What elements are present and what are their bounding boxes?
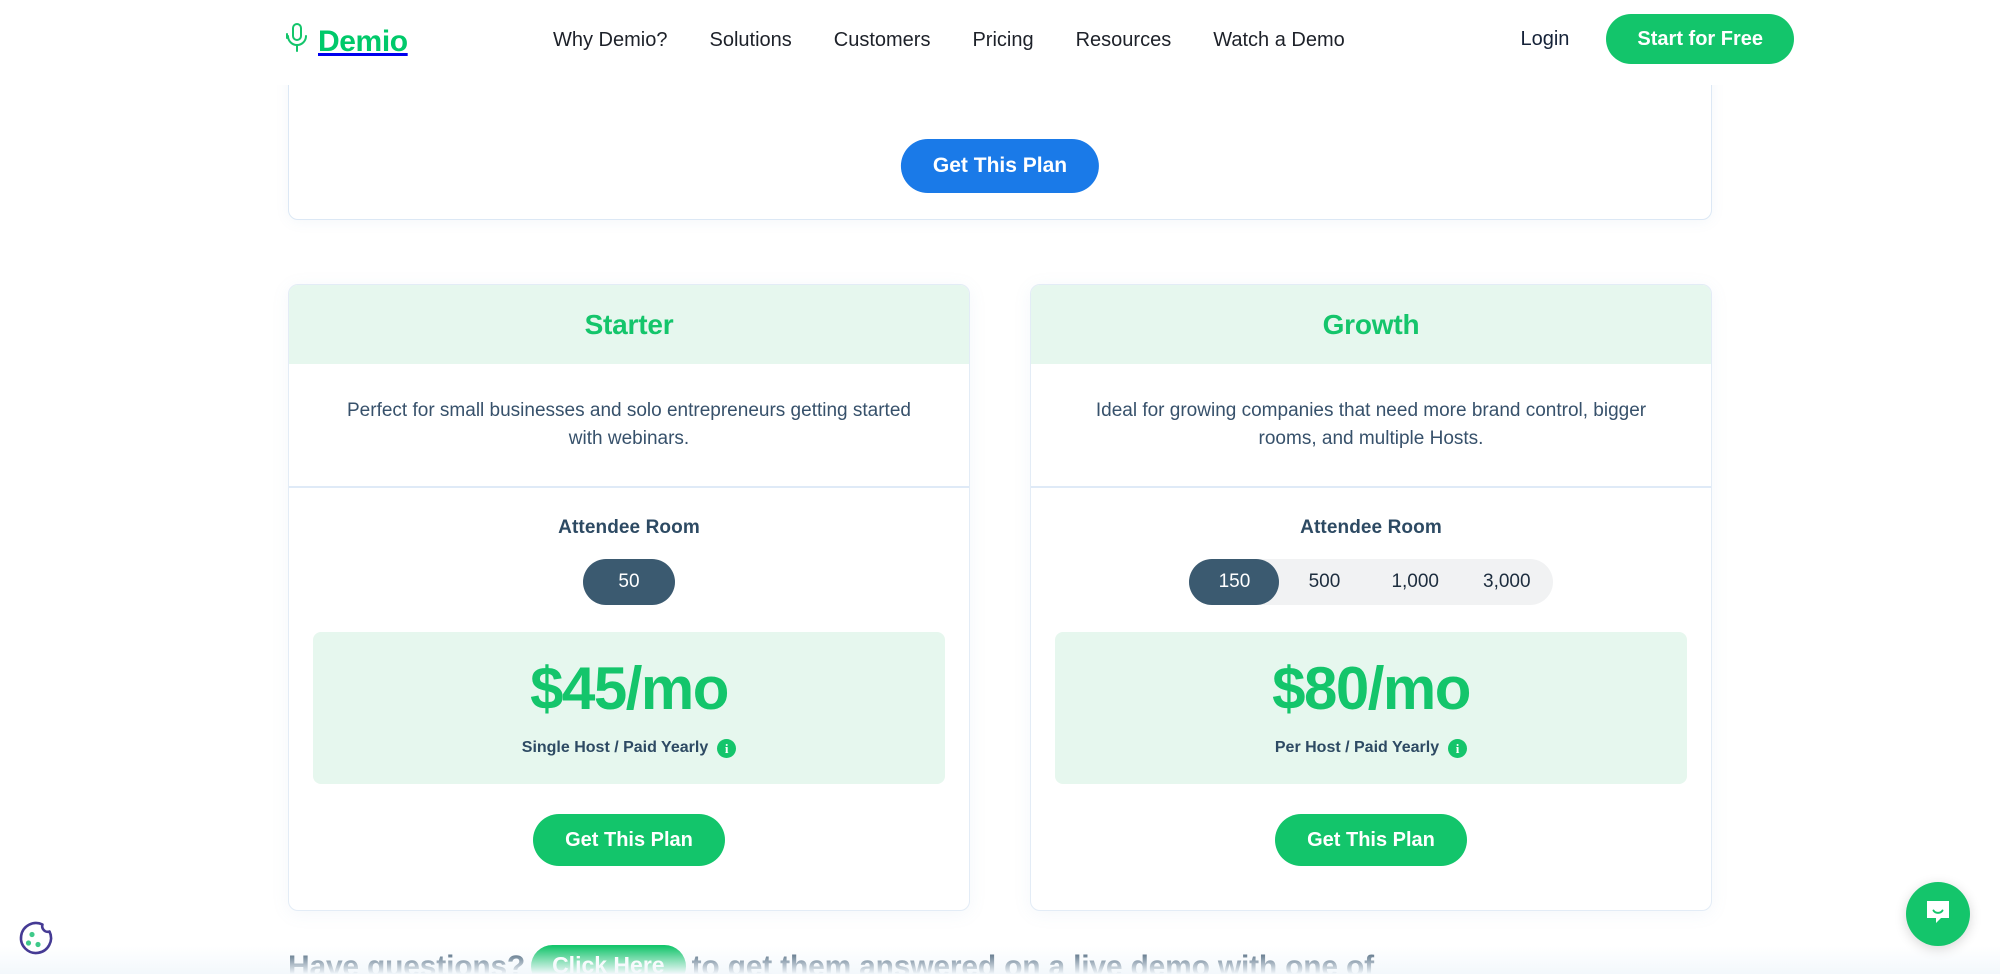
nav-item-watch-a-demo[interactable]: Watch a Demo: [1213, 28, 1345, 52]
attendee-room-label-starter: Attendee Room: [558, 517, 700, 538]
get-this-plan-button-starter[interactable]: Get This Plan: [533, 814, 725, 866]
price-note-growth: Per Host / Paid Yearly: [1274, 739, 1440, 756]
price-amount-growth: $80/mo: [1272, 654, 1471, 722]
login-link[interactable]: Login: [1520, 28, 1569, 51]
price-box-starter: $45/mo Single Host / Paid Yearly i: [313, 632, 945, 784]
nav-item-pricing[interactable]: Pricing: [972, 28, 1033, 52]
plan-cta-wrap-growth: Get This Plan: [1031, 784, 1711, 910]
nav-item-customers[interactable]: Customers: [834, 28, 931, 52]
nav-item-why-demio[interactable]: Why Demio?: [553, 28, 667, 52]
plan-title-starter: Starter: [584, 308, 674, 340]
nav-item-resources[interactable]: Resources: [1076, 28, 1172, 52]
site-header: Demio Why Demio? Solutions Customers Pri…: [0, 0, 2000, 85]
plan-description-starter: Perfect for small businesses and solo en…: [347, 400, 911, 449]
plan-header-starter: Starter: [289, 285, 969, 364]
plan-header-growth: Growth: [1031, 285, 1711, 364]
attendee-room-section-growth: Attendee Room 150 500 1,000 3,000: [1031, 488, 1711, 605]
plan-description-wrap-growth: Ideal for growing companies that need mo…: [1031, 364, 1711, 488]
price-note-wrap-starter: Single Host / Paid Yearly i: [521, 738, 737, 758]
room-option-500[interactable]: 500: [1279, 559, 1369, 605]
attendee-room-selector-starter[interactable]: 50: [583, 559, 675, 605]
cookie-settings-button[interactable]: [12, 916, 58, 962]
microphone-icon: [284, 22, 310, 61]
info-icon-growth[interactable]: i: [1448, 738, 1468, 758]
price-note-wrap-growth: Per Host / Paid Yearly i: [1274, 738, 1468, 758]
demio-logo[interactable]: Demio: [284, 22, 408, 61]
page-body: Get This Plan Starter Perfect for small …: [0, 25, 2000, 974]
start-for-free-button[interactable]: Start for Free: [1606, 14, 1794, 64]
chat-bubble-icon: [1922, 896, 1954, 933]
room-option-3000[interactable]: 3,000: [1461, 559, 1553, 605]
plan-card-starter: Starter Perfect for small businesses and…: [288, 284, 970, 911]
logo-text: Demio: [318, 24, 408, 58]
attendee-room-label-growth: Attendee Room: [1300, 517, 1442, 538]
attendee-room-selector-growth[interactable]: 150 500 1,000 3,000: [1189, 559, 1553, 605]
bottom-fade-overlay: [0, 946, 2000, 974]
plan-card-growth: Growth Ideal for growing companies that …: [1030, 284, 1712, 911]
plan-description-wrap-starter: Perfect for small businesses and solo en…: [289, 364, 969, 488]
room-option-50[interactable]: 50: [583, 559, 675, 605]
nav-item-solutions[interactable]: Solutions: [709, 28, 791, 52]
get-this-plan-button-top[interactable]: Get This Plan: [900, 139, 1100, 193]
price-note-starter: Single Host / Paid Yearly: [521, 739, 709, 756]
room-option-150[interactable]: 150: [1189, 559, 1280, 605]
plan-description-growth: Ideal for growing companies that need mo…: [1095, 400, 1647, 449]
plan-cta-wrap-starter: Get This Plan: [289, 784, 969, 910]
header-actions: Login Start for Free: [1520, 14, 1794, 64]
get-this-plan-button-growth[interactable]: Get This Plan: [1275, 814, 1467, 866]
info-icon-starter[interactable]: i: [717, 738, 737, 758]
cookie-icon: [12, 921, 58, 966]
room-option-1000[interactable]: 1,000: [1369, 559, 1461, 605]
price-amount-starter: $45/mo: [530, 654, 729, 722]
chat-launcher-button[interactable]: [1906, 882, 1970, 946]
plan-title-growth: Growth: [1322, 308, 1420, 340]
attendee-room-section-starter: Attendee Room 50: [289, 488, 969, 605]
price-box-growth: $80/mo Per Host / Paid Yearly i: [1055, 632, 1687, 784]
main-navigation: Why Demio? Solutions Customers Pricing R…: [553, 28, 1345, 52]
pricing-cards-row: Starter Perfect for small businesses and…: [288, 284, 1712, 911]
